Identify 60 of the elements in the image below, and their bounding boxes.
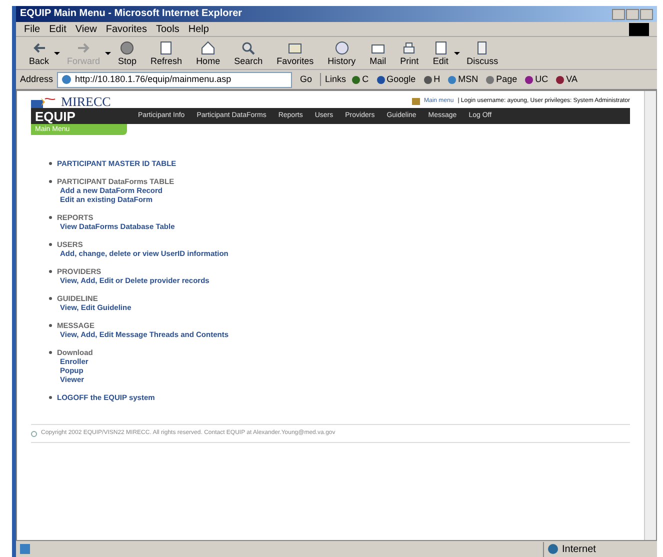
maximize-button[interactable] (626, 8, 639, 20)
minimize-button[interactable] (612, 8, 625, 20)
home-icon (200, 40, 216, 56)
link-button[interactable]: C (350, 72, 371, 86)
print-icon (401, 40, 418, 56)
link-button[interactable]: Page (484, 72, 520, 86)
dropdown-arrow-icon[interactable] (54, 52, 60, 54)
menu-item[interactable]: Tools (156, 22, 180, 36)
stop-icon (119, 40, 136, 56)
window-title: EQUIP Main Menu - Microsoft Internet Explorer (20, 9, 242, 19)
throbber-logo (629, 22, 649, 36)
address-field[interactable]: http://10.180.1.76/equip/mainmenu.asp (57, 72, 292, 88)
menu-item[interactable]: Help (188, 22, 209, 36)
page-status-icon (20, 544, 30, 554)
refresh-icon (158, 40, 174, 56)
edit-icon (432, 40, 449, 56)
link-button[interactable]: VA (554, 72, 580, 86)
menu-item[interactable]: Edit (49, 22, 66, 36)
logo-wordmark: EQUIP (34, 110, 76, 122)
globe-icon (548, 544, 558, 554)
bullet-icon (49, 216, 52, 219)
menu-item[interactable]: Favorites (106, 22, 147, 36)
bullet-icon (49, 324, 52, 327)
search-icon (240, 40, 256, 56)
toolbar-button[interactable]: Edit (428, 40, 454, 66)
link-button[interactable]: Google (374, 72, 418, 86)
link-button[interactable]: MSN (446, 72, 480, 86)
bullet-icon (49, 243, 52, 246)
links-label: Links (320, 72, 346, 86)
close-button[interactable] (640, 8, 653, 20)
bullet-icon (49, 396, 52, 399)
scrollbar[interactable] (644, 91, 656, 540)
toolbar-button[interactable]: Stop (113, 40, 142, 66)
link-button[interactable]: H (422, 72, 442, 86)
toolbar-button[interactable]: Refresh (146, 40, 188, 66)
address-label: Address (20, 72, 54, 86)
copyright-icon (31, 430, 37, 436)
toolbar-button[interactable]: Search (229, 40, 268, 66)
toolbar-button[interactable]: Back (24, 40, 54, 66)
menu-item[interactable]: View (75, 22, 97, 36)
toolbar-button[interactable]: History (322, 40, 361, 66)
page-icon (62, 75, 72, 84)
toolbar-button[interactable]: Favorites (272, 40, 319, 66)
bullet-icon (49, 162, 52, 165)
home-icon (412, 98, 420, 105)
toolbar-button[interactable]: Home (191, 40, 226, 66)
link-button[interactable]: UC (523, 72, 550, 86)
toolbar-button[interactable]: Discuss (462, 40, 504, 66)
bullet-icon (49, 297, 52, 300)
dropdown-arrow-icon[interactable] (454, 52, 460, 54)
logo-icon (31, 96, 57, 108)
menu-item[interactable]: File (24, 22, 40, 36)
zone-label: Internet (562, 542, 596, 556)
toolbar-button[interactable]: Print (395, 40, 424, 66)
logo-text: MIRECC (61, 95, 111, 108)
go-button[interactable]: Go (296, 72, 316, 86)
bullet-icon (49, 270, 52, 273)
bullet-icon (49, 180, 52, 183)
bullet-icon (49, 351, 52, 354)
toolbar-button[interactable]: Mail (364, 40, 392, 66)
